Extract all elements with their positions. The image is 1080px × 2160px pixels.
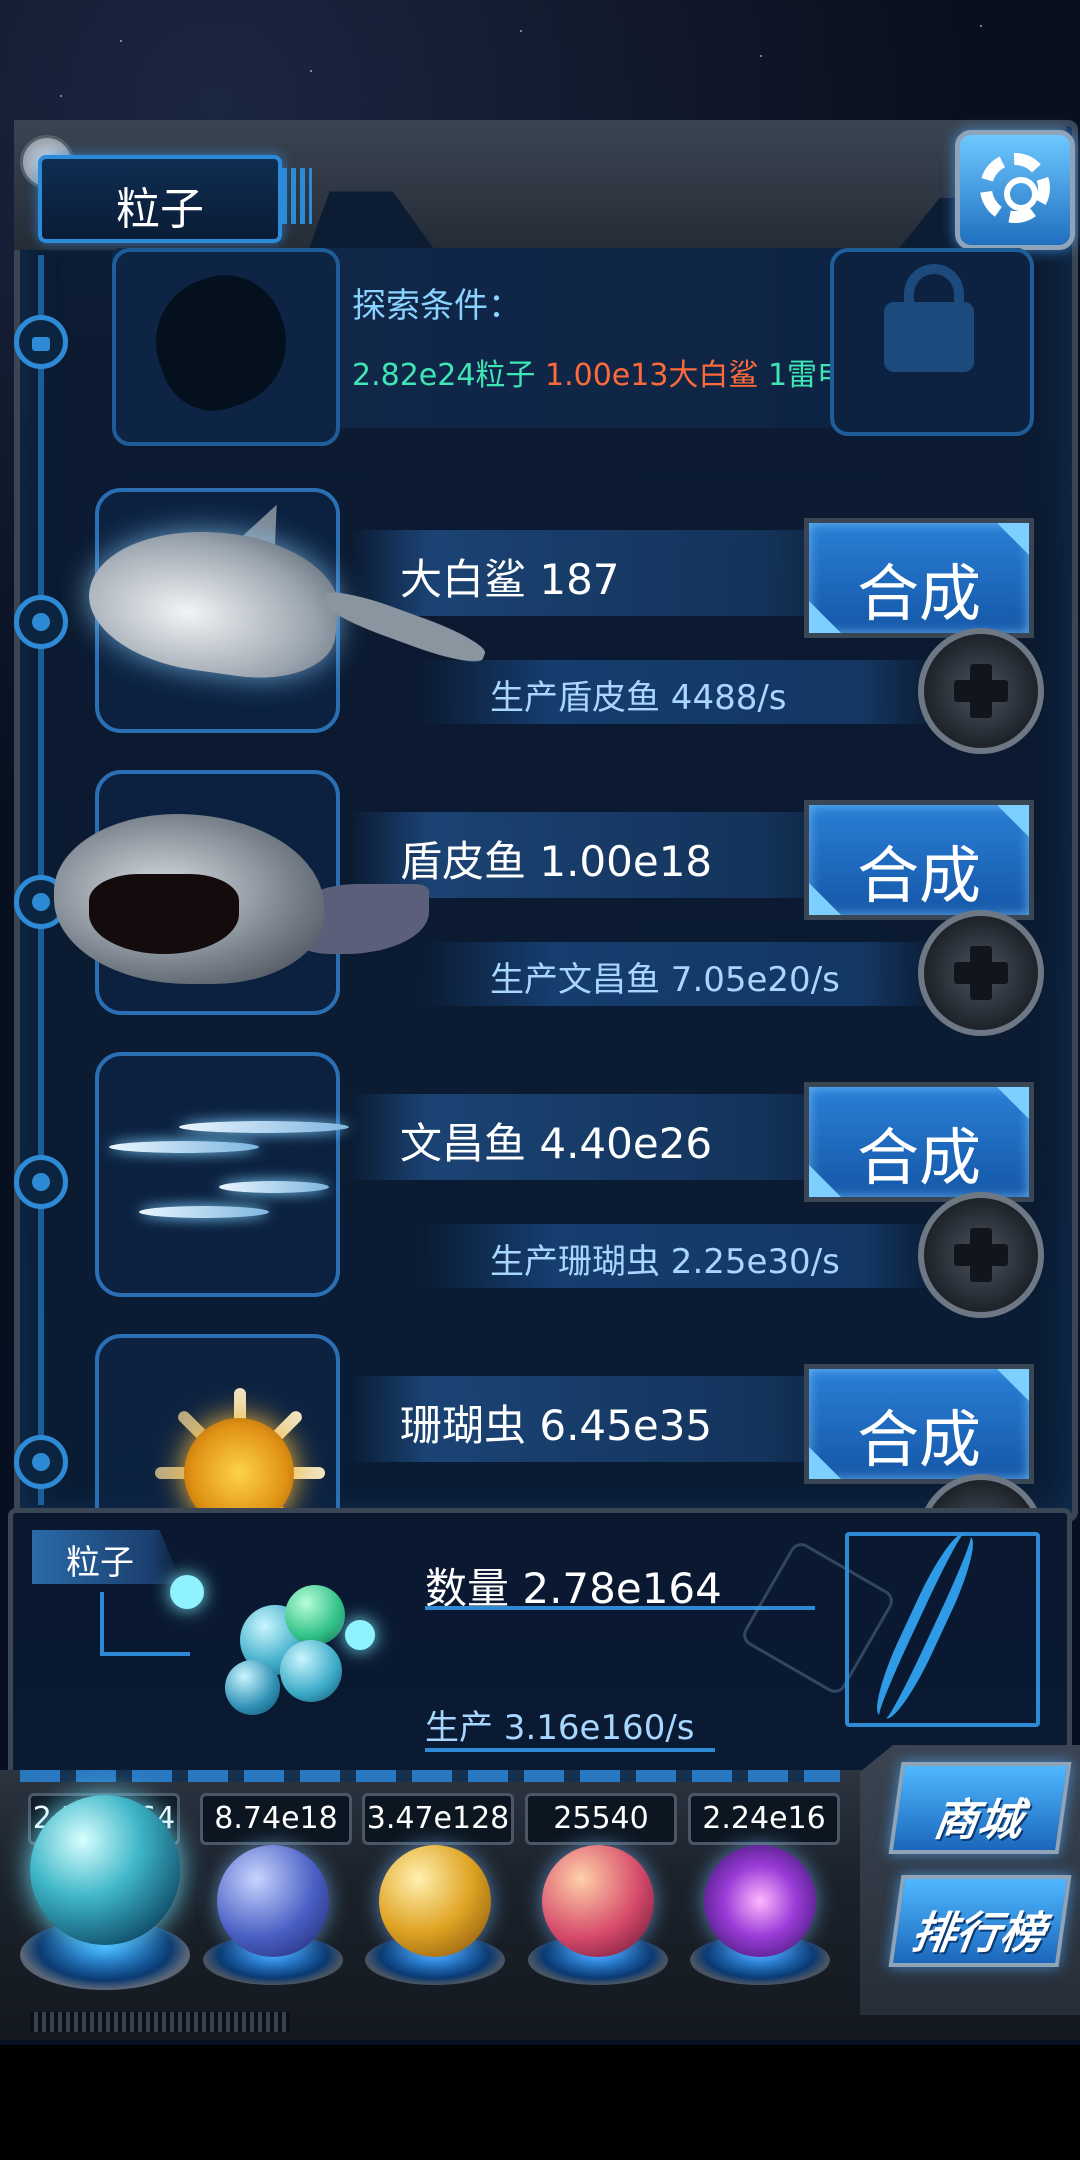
creature-silhouette [137,258,305,426]
grille-decoration [30,2012,290,2032]
creature-row-lancelet: 文昌鱼 4.40e26 生产珊瑚虫 2.25e30/s 合成 [0,1052,1080,1332]
shark-portrait [80,488,490,733]
shop-label: 商城 [930,1795,1026,1846]
creature-row-shark: 大白鲨 187 生产盾皮鱼 4488/s 合成 [0,488,1080,768]
armored-fish-portrait [54,770,429,1015]
shop-button[interactable]: 商城 [888,1762,1072,1854]
condition-particles: 2.82e24粒子 [352,358,536,393]
resource-value-galaxy: 3.47e128 [362,1793,514,1845]
creature-name: 文昌鱼 4.40e26 [400,1119,713,1168]
creature-production: 生产珊瑚虫 2.25e30/s [490,1242,840,1282]
lancelet-image [179,1121,349,1133]
creature-production: 生产文昌鱼 7.05e20/s [490,960,840,1000]
particle-rate: 生产 3.16e160/s [425,1708,695,1748]
synthesize-label: 合成 [856,557,981,630]
molecule-atom [285,1585,345,1645]
plus-icon[interactable] [918,910,1044,1036]
creature-row-armored-fish: 盾皮鱼 1.00e18 生产文昌鱼 7.05e20/s 合成 [0,770,1080,1050]
circuit-line [100,1592,104,1652]
particle-label: 粒子 [66,1543,134,1583]
plus-icon[interactable] [918,1192,1044,1318]
molecule-glow [170,1575,204,1609]
star [60,95,62,97]
dna-icon [845,1527,1040,1727]
thunder-orb-icon[interactable] [217,1845,329,1957]
lock-node-icon [14,315,68,369]
lancelet-image [109,1141,259,1153]
lancelet-image [139,1206,269,1218]
star [120,40,122,42]
vortex-orb-icon[interactable] [704,1845,816,1957]
galaxy-orb-icon[interactable] [379,1845,491,1957]
creature-production: 生产盾皮鱼 4488/s [490,678,787,718]
lancelet-image [219,1181,329,1193]
explore-conditions: 2.82e24粒子 1.00e13大白鲨 1雷电 [352,350,847,394]
synthesize-button[interactable]: 合成 [804,1082,1034,1202]
dna-strand [866,1527,984,1725]
resource-tab[interactable]: 粒子 [38,155,282,243]
locked-creature-portrait [112,248,340,446]
game-screen: 粒子 探索条件： 2.82e24粒子 1.00e13大白鲨 1雷电 大白鲨 18… [0,0,1080,2045]
synthesize-button[interactable]: 合成 [804,1364,1034,1484]
unlock-button[interactable] [830,248,1034,436]
rate-underline [425,1748,715,1752]
synthesize-button[interactable]: 合成 [804,518,1034,638]
explore-title: 探索条件： [352,286,522,326]
resource-value-vortex: 2.24e16 [688,1793,840,1845]
molecule-atom [280,1640,342,1702]
plus-icon[interactable] [918,628,1044,754]
creature-name: 大白鲨 187 [400,555,620,604]
lock-icon [884,264,974,372]
molecule-glow [345,1620,375,1650]
resource-value-thunder: 8.74e18 [200,1793,352,1845]
gear-icon [980,153,1050,223]
particle-orb-icon[interactable] [30,1795,180,1945]
bottom-bar-trim [20,1770,840,1782]
resource-value-brain: 25540 [525,1793,677,1845]
synthesize-label: 合成 [856,1121,981,1194]
star [760,55,762,57]
star [980,25,982,27]
particle-molecule-icon[interactable] [170,1565,390,1735]
star [310,70,312,72]
lancelet-portrait [95,1052,349,1297]
fish-mouth [89,874,239,954]
star [520,30,522,32]
ranking-button[interactable]: 排行榜 [888,1875,1072,1967]
creature-name: 盾皮鱼 1.00e18 [400,837,713,886]
synthesize-label: 合成 [856,1403,981,1476]
molecule-atom [225,1660,280,1715]
brain-orb-icon[interactable] [542,1845,654,1957]
settings-button[interactable] [955,130,1075,250]
shark-image [80,515,348,689]
ranking-label: 排行榜 [908,1908,1048,1959]
condition-shark: 1.00e13大白鲨 [544,358,759,393]
resource-tab-label: 粒子 [116,184,204,235]
creature-name: 珊瑚虫 6.45e35 [400,1401,713,1450]
synthesize-button[interactable]: 合成 [804,800,1034,920]
synthesize-label: 合成 [856,839,981,912]
grille-decoration [282,168,312,224]
